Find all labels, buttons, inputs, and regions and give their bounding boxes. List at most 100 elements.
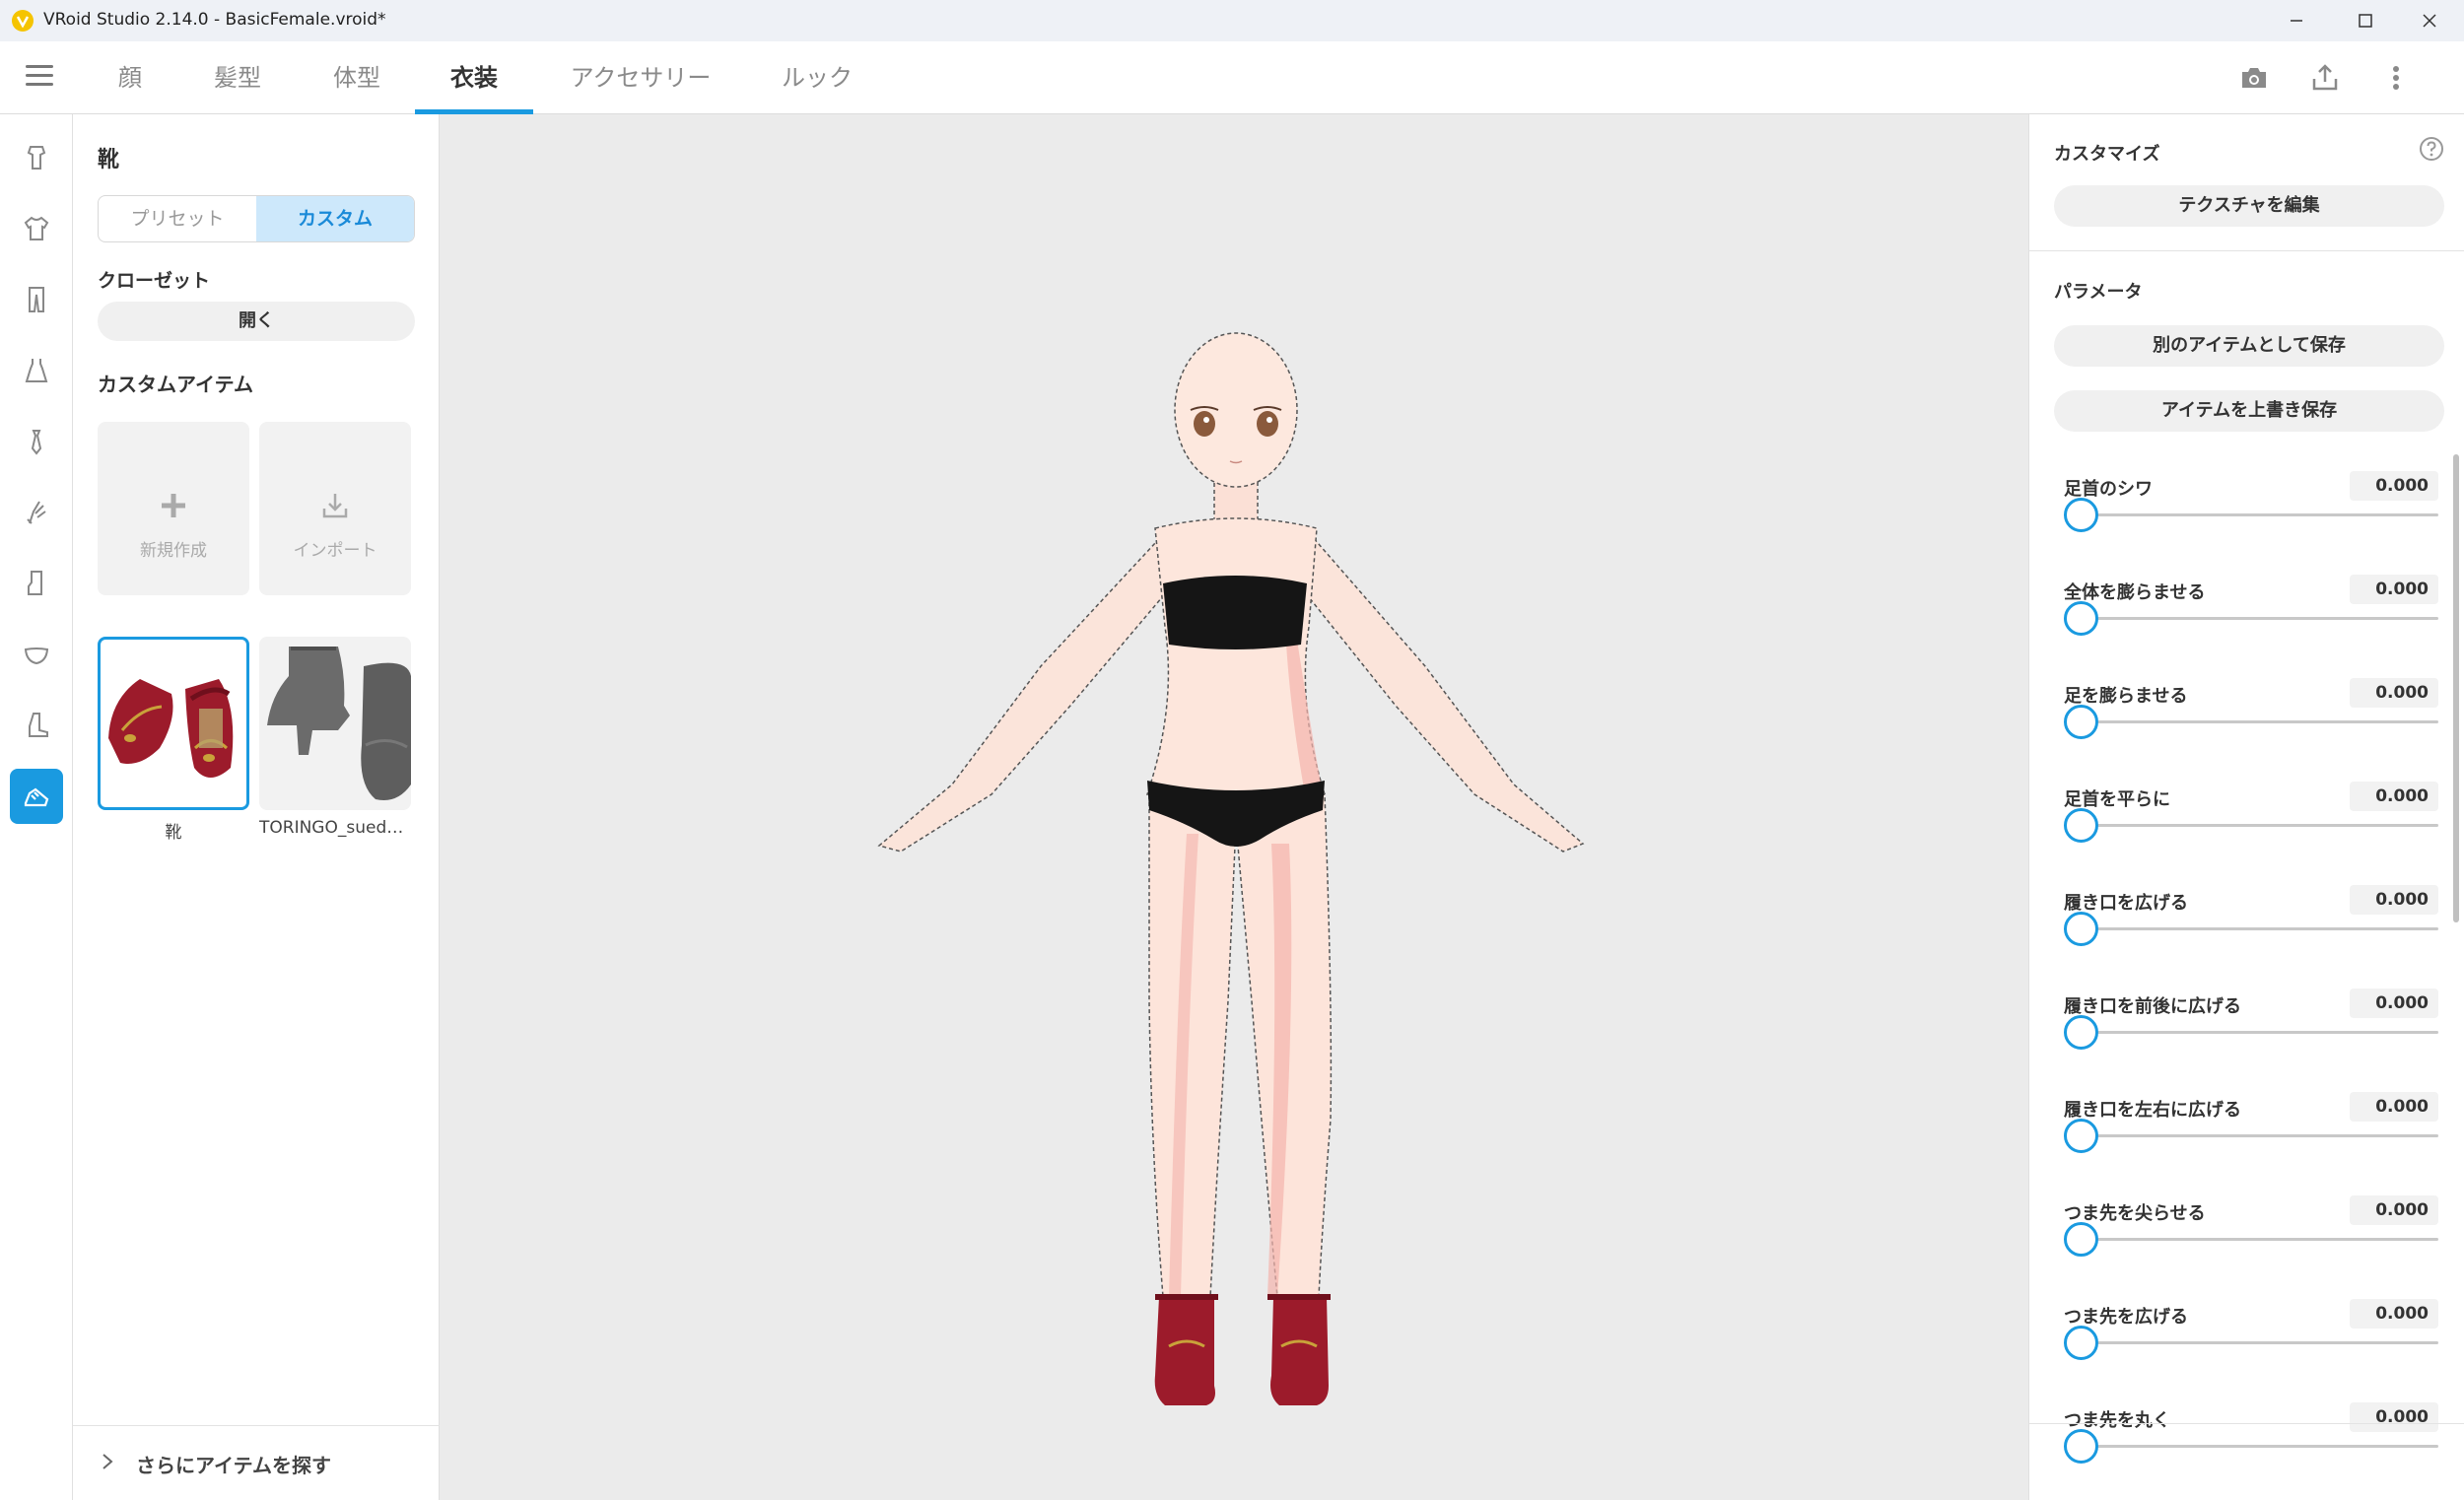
slider-track[interactable]	[2064, 824, 2438, 827]
help-icon[interactable]	[2419, 136, 2444, 166]
slider-track[interactable]	[2064, 1238, 2438, 1241]
find-more-items-label: さらにアイテムを探す	[136, 1454, 331, 1477]
param-value-input[interactable]: 0.000	[2350, 575, 2438, 604]
rail-gloves-icon[interactable]	[10, 485, 63, 540]
slider-track[interactable]	[2064, 617, 2438, 620]
slider-handle[interactable]	[2064, 498, 2098, 532]
rail-necktie-icon[interactable]	[10, 414, 63, 469]
rail-boots-icon[interactable]	[10, 698, 63, 753]
top-navigation: 顔 髪型 体型 衣装 アクセサリー ルック	[0, 41, 2464, 114]
edit-texture-button[interactable]: テクスチャを編集	[2054, 185, 2444, 227]
rail-hat-icon[interactable]	[10, 130, 63, 185]
custom-items-label: カスタムアイテム	[98, 373, 253, 396]
item-caption: 靴	[165, 823, 182, 843]
slider-handle[interactable]	[2064, 808, 2098, 843]
param-widen-opening-front-back: 履き口を前後に広げる 0.000	[2064, 989, 2438, 1087]
slider-handle[interactable]	[2064, 1015, 2098, 1050]
more-options-icon[interactable]	[2379, 61, 2413, 95]
panel-title: 靴	[98, 148, 120, 172]
param-name: 足首のシワ	[2064, 479, 2153, 500]
slider-handle[interactable]	[2064, 705, 2098, 739]
custom-tab[interactable]: カスタム	[256, 196, 414, 241]
slider-handle[interactable]	[2064, 1222, 2098, 1257]
customize-label: カスタマイズ	[2054, 144, 2160, 165]
item-thumbnail-boots[interactable]	[259, 637, 411, 810]
slider-track[interactable]	[2064, 720, 2438, 723]
param-value-input[interactable]: 0.000	[2350, 782, 2438, 811]
camera-icon[interactable]	[2237, 61, 2271, 95]
item-panel: 靴 プリセット カスタム クローゼット 開く カスタムアイテム 新規作成 インポ…	[73, 114, 440, 1500]
save-as-new-item-button[interactable]: 別のアイテムとして保存	[2054, 325, 2444, 367]
param-value-input[interactable]: 0.000	[2350, 471, 2438, 501]
minimize-button[interactable]	[2262, 0, 2331, 41]
preset-tab[interactable]: プリセット	[99, 196, 256, 241]
rail-pants-icon[interactable]	[10, 272, 63, 327]
new-item-button[interactable]: 新規作成	[98, 422, 249, 595]
param-name: 履き口を前後に広げる	[2064, 996, 2241, 1017]
menu-icon[interactable]	[26, 65, 53, 89]
plus-icon	[98, 491, 249, 520]
rail-top-icon[interactable]	[10, 201, 63, 256]
rail-socks-icon[interactable]	[10, 556, 63, 611]
param-round-toe: つま先を丸く 0.000	[2064, 1402, 2438, 1500]
import-button[interactable]: インポート	[259, 422, 411, 595]
tab-hairstyle[interactable]: 髪型	[210, 41, 265, 114]
grey-boots-image	[267, 647, 411, 800]
slider-handle[interactable]	[2064, 601, 2098, 636]
divider	[2029, 1423, 2464, 1424]
slider-handle[interactable]	[2064, 1429, 2098, 1464]
slider-track[interactable]	[2064, 1031, 2438, 1034]
maximize-button[interactable]	[2331, 0, 2400, 41]
import-icon	[259, 491, 411, 520]
slider-track[interactable]	[2064, 513, 2438, 516]
param-value-input[interactable]: 0.000	[2350, 1299, 2438, 1329]
3d-viewport[interactable]	[440, 114, 2028, 1500]
param-inflate-all: 全体を膨らませる 0.000	[2064, 575, 2438, 673]
window-title: VRoid Studio 2.14.0 - BasicFemale.vroid*	[43, 10, 386, 30]
new-item-label: 新規作成	[140, 541, 207, 561]
tab-body[interactable]: 体型	[329, 41, 384, 114]
tab-look[interactable]: ルック	[779, 41, 856, 114]
item-thumbnail-shoes[interactable]	[98, 637, 249, 810]
param-value-input[interactable]: 0.000	[2350, 1402, 2438, 1432]
slider-track[interactable]	[2064, 1134, 2438, 1137]
panel-scrollbar[interactable]	[2453, 454, 2459, 922]
param-widen-opening-left-right: 履き口を左右に広げる 0.000	[2064, 1092, 2438, 1191]
slider-track[interactable]	[2064, 1445, 2438, 1448]
divider	[2029, 250, 2464, 251]
overwrite-item-button[interactable]: アイテムを上書き保存	[2054, 390, 2444, 432]
rail-onepiece-icon[interactable]	[10, 343, 63, 398]
item-caption: TORINGO_suede_boots	[259, 818, 411, 838]
close-button[interactable]	[2395, 0, 2464, 41]
export-icon[interactable]	[2308, 61, 2342, 95]
rail-bra-icon[interactable]	[10, 627, 63, 682]
param-name: 履き口を左右に広げる	[2064, 1100, 2241, 1121]
param-value-input[interactable]: 0.000	[2350, 989, 2438, 1018]
param-widen-opening: 履き口を広げる 0.000	[2064, 885, 2438, 984]
find-more-items-button[interactable]: さらにアイテムを探す	[73, 1425, 440, 1500]
open-closet-button[interactable]: 開く	[98, 302, 415, 341]
tab-face[interactable]: 顔	[108, 41, 152, 114]
rail-shoes-icon[interactable]	[10, 769, 63, 824]
chevron-right-icon	[103, 1454, 113, 1469]
param-inflate-foot: 足を膨らませる 0.000	[2064, 678, 2438, 777]
param-value-input[interactable]: 0.000	[2350, 678, 2438, 708]
vroid-app-icon	[12, 10, 34, 32]
param-value-input[interactable]: 0.000	[2350, 885, 2438, 915]
param-name: 全体を膨らませる	[2064, 582, 2206, 603]
tab-accessory[interactable]: アクセサリー	[566, 41, 716, 114]
param-value-input[interactable]: 0.000	[2350, 1195, 2438, 1225]
param-flatten-ankle: 足首を平らに 0.000	[2064, 782, 2438, 880]
tab-outfit[interactable]: 衣装	[415, 41, 533, 114]
param-ankle-wrinkle: 足首のシワ 0.000	[2064, 471, 2438, 570]
slider-handle[interactable]	[2064, 912, 2098, 946]
category-rail	[0, 114, 73, 1500]
slider-handle[interactable]	[2064, 1119, 2098, 1153]
slider-track[interactable]	[2064, 927, 2438, 930]
parameters-label: パラメータ	[2054, 282, 2143, 303]
slider-handle[interactable]	[2064, 1326, 2098, 1360]
title-bar: VRoid Studio 2.14.0 - BasicFemale.vroid*	[0, 0, 2464, 41]
red-shoes-image	[108, 679, 234, 778]
slider-track[interactable]	[2064, 1341, 2438, 1344]
param-value-input[interactable]: 0.000	[2350, 1092, 2438, 1122]
